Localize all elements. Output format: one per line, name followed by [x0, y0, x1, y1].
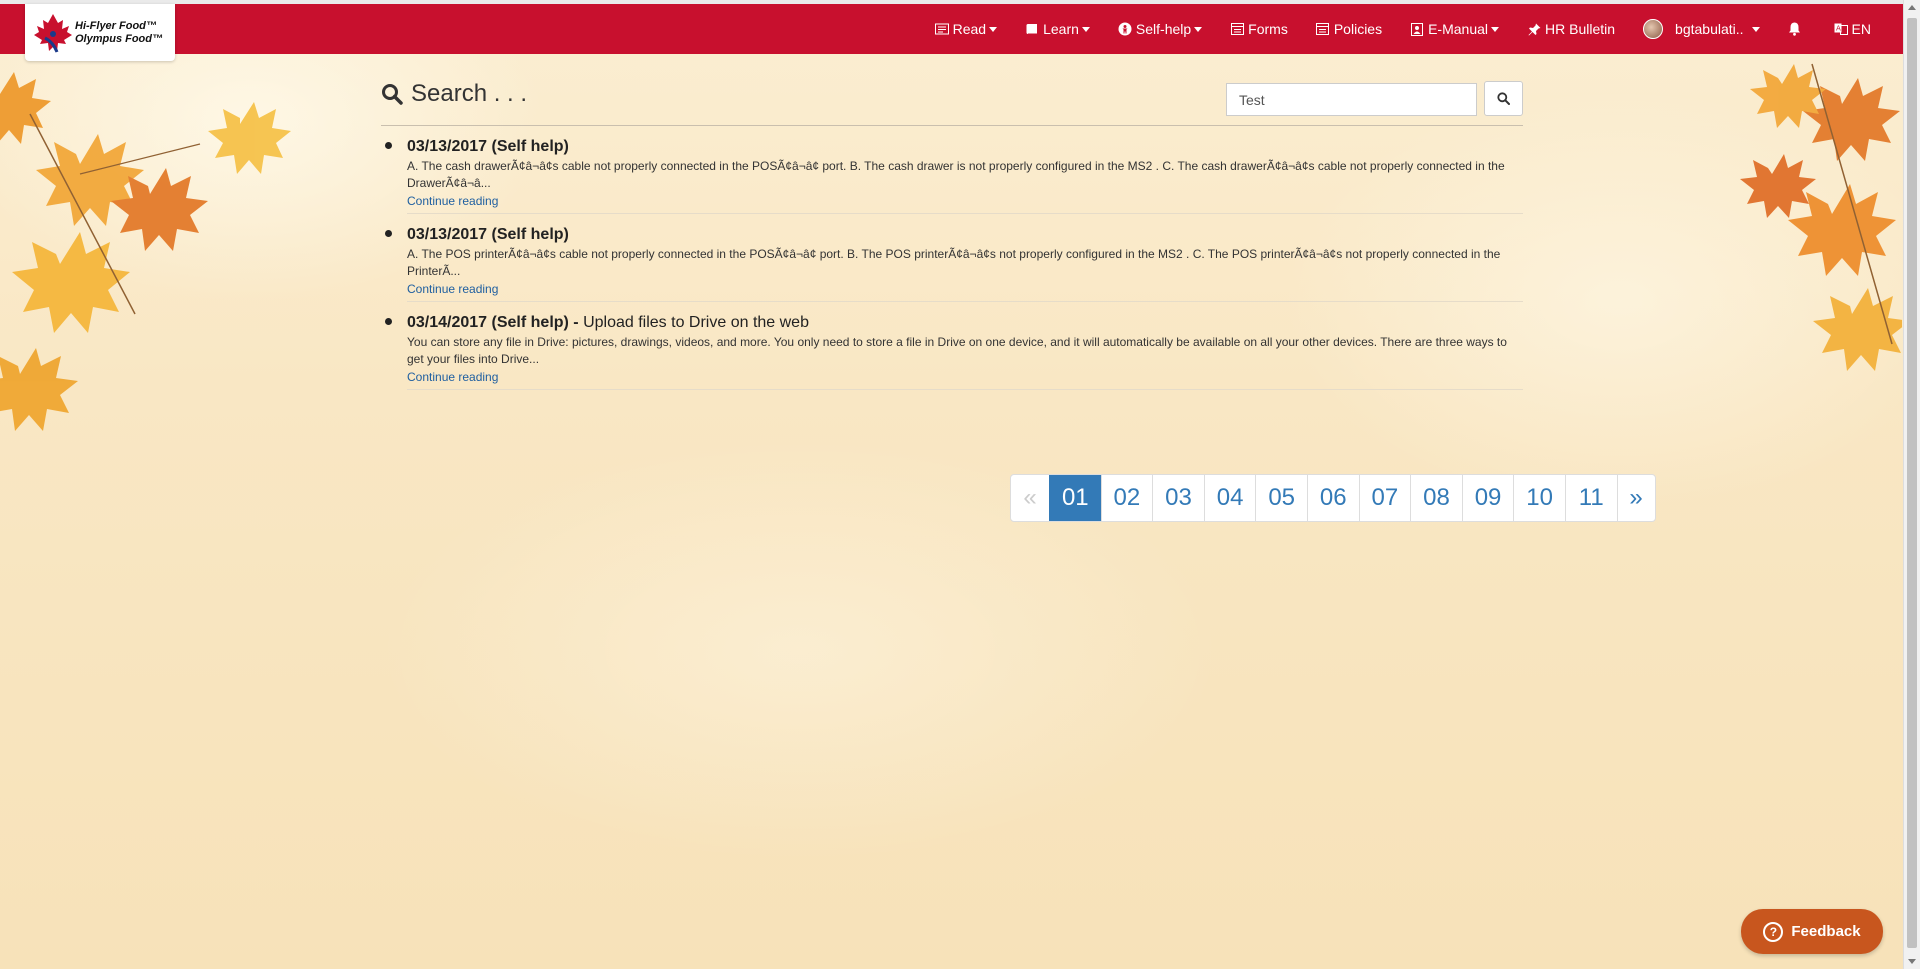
result-subtitle[interactable]: Upload files to Drive on the web [583, 314, 809, 331]
page-scrollbar[interactable] [1903, 0, 1920, 969]
pagination-page-02[interactable]: 02 [1100, 475, 1153, 521]
pagination-page-10[interactable]: 10 [1513, 475, 1565, 521]
result-snippet: You can store any file in Drive: picture… [407, 335, 1507, 366]
search-input[interactable] [1226, 83, 1477, 116]
result-title[interactable]: 03/13/2017 (Self help) [407, 138, 569, 155]
continue-reading-link[interactable]: Continue reading [407, 369, 498, 386]
page-title: Search . . . [381, 80, 527, 108]
person-circle-icon [1118, 22, 1132, 36]
pagination-page-09[interactable]: 09 [1461, 475, 1514, 521]
pagination-page-03[interactable]: 03 [1152, 475, 1204, 521]
pagination-next[interactable]: » [1616, 475, 1655, 521]
nav-emanual-label: E-Manual [1428, 21, 1489, 37]
nav-forms[interactable]: Forms [1216, 4, 1302, 54]
top-navbar: Hi-Flyer Food™ Olympus Food™ Read Learn … [0, 4, 1903, 61]
nav-hrbulletin[interactable]: HR Bulletin [1513, 4, 1629, 54]
maple-leaves-decoration-left [0, 72, 291, 431]
result-title[interactable]: 03/13/2017 (Self help) [407, 226, 569, 243]
pagination-page-01[interactable]: 01 [1049, 475, 1101, 521]
list-item: 03/13/2017 (Self help) A. The cash drawe… [385, 126, 1523, 214]
brand-line-2: Olympus Food™ [75, 32, 163, 45]
svg-text:A: A [1836, 25, 1841, 33]
newspaper-icon [934, 22, 949, 36]
nav-emanual[interactable]: E-Manual [1396, 4, 1513, 54]
list-item: 03/13/2017 (Self help) A. The POS printe… [385, 214, 1523, 302]
scroll-up-arrow-icon[interactable] [1908, 5, 1916, 10]
brand-line-1: Hi-Flyer Food™ [75, 19, 157, 32]
nav-selfhelp-label: Self-help [1135, 21, 1192, 37]
caret-down-icon [1194, 26, 1203, 32]
nav-read-label: Read [952, 21, 987, 37]
brand-logo[interactable]: Hi-Flyer Food™ Olympus Food™ [25, 4, 175, 61]
caret-down-icon [1081, 26, 1090, 32]
caret-down-icon [989, 26, 998, 32]
nav-read[interactable]: Read [921, 4, 1011, 54]
language-label: EN [1851, 21, 1871, 37]
results-list: 03/13/2017 (Self help) A. The cash drawe… [381, 126, 1523, 390]
list-item: 03/14/2017 (Self help) - Upload files to… [385, 302, 1523, 390]
pagination-page-06[interactable]: 06 [1306, 475, 1359, 521]
notifications-button[interactable] [1774, 4, 1820, 54]
caret-down-icon [1751, 26, 1760, 32]
scroll-thumb[interactable] [1907, 18, 1917, 948]
page-title-text: Search . . . [411, 80, 528, 107]
feedback-button[interactable]: ? Feedback [1741, 909, 1883, 954]
translate-icon: A [1834, 22, 1848, 36]
maple-leaf-logo-icon [34, 13, 72, 53]
search-header: Search . . . [381, 54, 1523, 126]
pagination-page-08[interactable]: 08 [1410, 475, 1462, 521]
continue-reading-link[interactable]: Continue reading [407, 281, 498, 298]
pagination-page-11[interactable]: 11 [1564, 475, 1617, 521]
nav-learn-label: Learn [1043, 21, 1079, 37]
nav-hrbulletin-label: HR Bulletin [1545, 21, 1616, 37]
result-snippet: A. The cash drawerÃ¢â¬â¢s cable not prop… [407, 159, 1505, 190]
form-icon [1230, 22, 1244, 36]
result-title[interactable]: 03/14/2017 (Self help) - [407, 314, 583, 331]
nav-selfhelp[interactable]: Self-help [1104, 4, 1216, 54]
contact-book-icon [1410, 22, 1424, 36]
caret-down-icon [1491, 26, 1500, 32]
search-icon [382, 84, 403, 105]
continue-reading-link[interactable]: Continue reading [407, 193, 498, 210]
nav-policies-label: Policies [1333, 21, 1383, 37]
scroll-down-arrow-icon[interactable] [1908, 959, 1916, 964]
pin-icon [1527, 22, 1541, 36]
nav-learn[interactable]: Learn [1011, 4, 1104, 54]
book-icon [1025, 22, 1039, 36]
pagination-page-04[interactable]: 04 [1203, 475, 1256, 521]
nav-policies[interactable]: Policies [1302, 4, 1396, 54]
document-list-icon [1316, 22, 1330, 36]
feedback-label: Feedback [1791, 923, 1861, 940]
help-circle-icon: ? [1763, 921, 1784, 942]
search-icon [1497, 92, 1510, 105]
avatar [1643, 19, 1664, 39]
search-button[interactable] [1484, 81, 1523, 116]
maple-leaves-decoration-right [1740, 63, 1902, 371]
result-snippet: A. The POS printerÃ¢â¬â¢s cable not prop… [407, 247, 1501, 278]
nav-menu: Read Learn Self-help Forms Policies E-Ma… [921, 4, 1885, 54]
pagination: « 01 02 03 04 05 06 07 08 09 10 11 » [1010, 474, 1656, 522]
pagination-prev[interactable]: « [1011, 475, 1049, 521]
pagination-page-07[interactable]: 07 [1358, 475, 1411, 521]
search-results-panel: Search . . . 03/13/2017 (Self help) A. T… [381, 54, 1656, 522]
nav-user-menu[interactable]: bgtabulati.. [1629, 4, 1774, 54]
nav-forms-label: Forms [1248, 21, 1288, 37]
bell-icon [1788, 22, 1802, 36]
pagination-page-05[interactable]: 05 [1255, 475, 1307, 521]
nav-user-label: bgtabulati.. [1675, 21, 1744, 37]
language-selector[interactable]: A EN [1820, 4, 1885, 54]
